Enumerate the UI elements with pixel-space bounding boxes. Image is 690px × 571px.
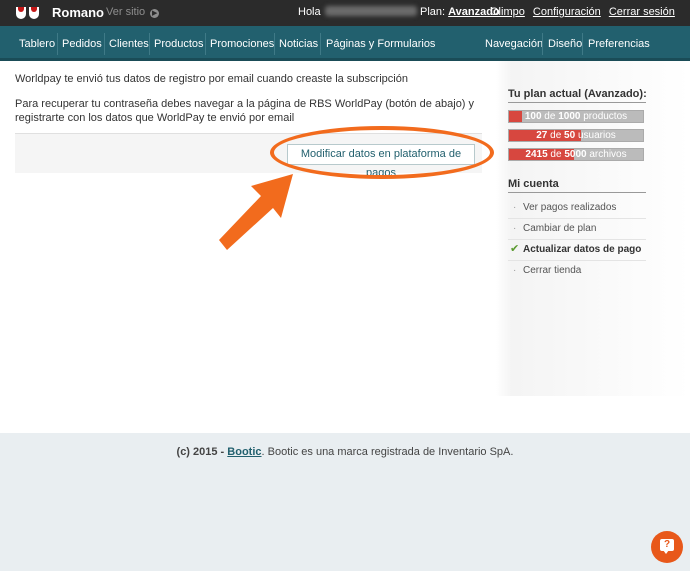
pointing-arrow-icon — [219, 174, 293, 250]
nav-productos[interactable]: Productos — [154, 38, 204, 50]
divider — [508, 102, 646, 103]
nav-tablero[interactable]: Tablero — [19, 38, 55, 50]
arrow-right-circle-icon: ▶ — [150, 9, 160, 18]
nav-diseno[interactable]: Diseño — [548, 38, 582, 50]
sidebar: Tu plan actual (Avanzado): 100 de 1000 p… — [496, 61, 690, 396]
checkmark-icon: ✔ — [510, 243, 520, 255]
nav-paginas-formularios[interactable]: Páginas y Formularios — [326, 38, 435, 50]
view-site-link[interactable]: Ver sitio ▶ — [106, 6, 160, 18]
nav-promociones[interactable]: Promociones — [210, 38, 274, 50]
logout-link[interactable]: Cerrar sesión — [609, 6, 675, 18]
nav-clientes[interactable]: Clientes — [109, 38, 149, 50]
user-greeting: Hola — [298, 6, 417, 18]
nav-divider — [149, 33, 150, 55]
configuration-link[interactable]: Configuración — [533, 6, 601, 18]
menu-item-change-plan[interactable]: · Cambiar de plan — [508, 219, 646, 240]
nav-divider — [582, 33, 583, 55]
store-name: Romano — [52, 5, 104, 20]
divider — [508, 192, 646, 193]
nav-noticias[interactable]: Noticias — [279, 38, 318, 50]
account-title: Mi cuenta — [508, 178, 559, 190]
user-name-redacted — [324, 6, 417, 16]
bootic-link[interactable]: Bootic — [227, 446, 261, 458]
nav-divider — [320, 33, 321, 55]
plan-title: Tu plan actual (Avanzado): — [508, 88, 647, 100]
usage-fill — [509, 111, 523, 122]
usage-bar-users: 27 de 50 usuarios — [508, 129, 644, 142]
menu-item-update-payment[interactable]: ✔ Actualizar datos de pago — [508, 240, 646, 261]
bootic-logo-icon[interactable] — [16, 7, 40, 19]
chat-help-button[interactable]: ? — [651, 531, 683, 563]
nav-divider — [205, 33, 206, 55]
nav-divider — [542, 33, 543, 55]
plan-indicator: Plan: Avanzado — [420, 6, 500, 18]
main-nav: Tablero Pedidos Clientes Productos Promo… — [0, 26, 690, 61]
nav-pedidos[interactable]: Pedidos — [62, 38, 102, 50]
footer: (c) 2015 - Bootic. Bootic es una marca r… — [0, 433, 690, 571]
nav-divider — [104, 33, 105, 55]
olimpo-link[interactable]: Olimpo — [490, 6, 525, 18]
menu-item-close-store[interactable]: · Cerrar tienda — [508, 261, 646, 282]
top-bar: Romano Ver sitio ▶ Hola Plan: Avanzado O… — [0, 0, 690, 26]
usage-bar-files: 2415 de 5000 archivos — [508, 148, 644, 161]
nav-preferencias[interactable]: Preferencias — [588, 38, 650, 50]
bullet-icon: · — [513, 223, 517, 234]
copyright-text: (c) 2015 - Bootic. Bootic es una marca r… — [176, 446, 514, 458]
nav-divider — [57, 33, 58, 55]
top-links: Olimpo Configuración Cerrar sesión — [490, 6, 680, 18]
password-recovery-text: Para recuperar tu contraseña debes naveg… — [15, 98, 475, 124]
menu-item-payments[interactable]: · Ver pagos realizados — [508, 198, 646, 219]
main-content: Worldpay te envió tus datos de registro … — [0, 61, 690, 433]
usage-bar-products: 100 de 1000 productos — [508, 110, 644, 123]
bullet-icon: · — [513, 265, 517, 276]
nav-divider — [274, 33, 275, 55]
bullet-icon: · — [513, 202, 517, 213]
nav-navegacion[interactable]: Navegación — [485, 38, 543, 50]
registration-info-text: Worldpay te envió tus datos de registro … — [15, 73, 408, 85]
